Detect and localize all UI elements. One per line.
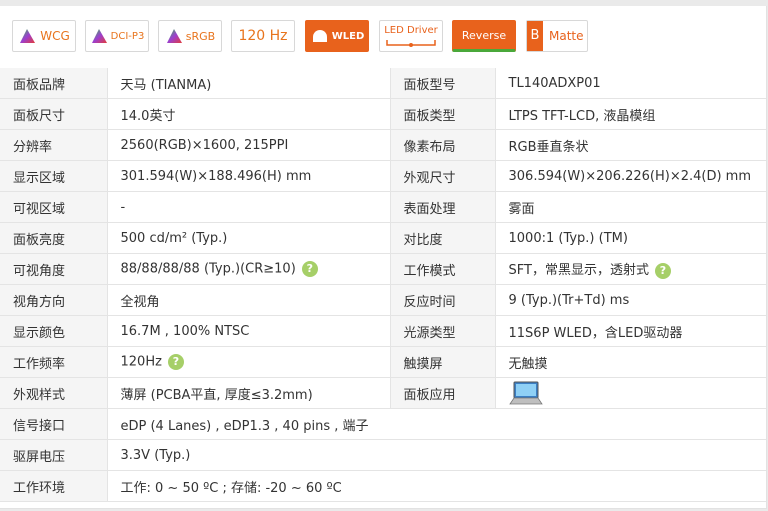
spec-cell: SFT，常黑显示，透射式? bbox=[494, 253, 766, 285]
spec-key: 光源类型 bbox=[389, 315, 495, 347]
badge-120hz-label: 120 Hz bbox=[238, 28, 288, 44]
color-gamut-icon bbox=[20, 29, 36, 43]
spec-key: 像素布局 bbox=[389, 129, 495, 161]
badge-led-driver-label: LED Driver bbox=[384, 25, 438, 36]
badge-wled-label: WLED bbox=[331, 30, 365, 42]
spec-key: 反应时间 bbox=[389, 284, 495, 316]
circuit-icon bbox=[386, 40, 436, 47]
badge-wled[interactable]: WLED bbox=[305, 20, 369, 52]
help-icon[interactable]: ? bbox=[167, 354, 184, 370]
badge-matte-label: Matte bbox=[549, 29, 584, 43]
spec-value: eDP (4 Lanes) , eDP1.3 , 40 pins , 端子 bbox=[106, 408, 766, 440]
spec-value: RGB垂直条状 bbox=[494, 129, 766, 161]
spec-key: 对比度 bbox=[389, 222, 495, 254]
matte-symbol: B bbox=[527, 21, 543, 51]
table-row: 分辨率 2560(RGB)×1600, 215PPI 像素布局 RGB垂直条状 bbox=[0, 129, 766, 161]
spec-value: 120Hz bbox=[120, 354, 162, 370]
table-row: 视角方向 全视角 反应时间 9 (Typ.)(Tr+Td) ms bbox=[0, 284, 766, 316]
spec-value: 14.0英寸 bbox=[106, 98, 390, 130]
spec-value: 天马 (TIANMA) bbox=[106, 68, 390, 99]
table-row: 面板品牌 天马 (TIANMA) 面板型号 TL140ADXP01 bbox=[0, 68, 766, 99]
badge-wcg-label: WCG bbox=[40, 29, 70, 43]
spec-value: 306.594(W)×206.226(H)×2.4(D) mm bbox=[494, 160, 766, 192]
badge-matte[interactable]: B Matte bbox=[526, 20, 588, 52]
spec-value: - bbox=[106, 191, 390, 223]
spec-value: 全视角 bbox=[106, 284, 390, 316]
spec-key: 面板类型 bbox=[389, 98, 495, 130]
spec-key: 触摸屏 bbox=[389, 346, 495, 378]
spec-value: 11S6P WLED，含LED驱动器 bbox=[494, 315, 766, 347]
badge-wcg[interactable]: WCG bbox=[12, 20, 76, 52]
spec-key: 可视角度 bbox=[0, 253, 107, 285]
spec-value: 无触摸 bbox=[494, 346, 766, 378]
badge-120hz[interactable]: 120 Hz bbox=[231, 20, 295, 52]
table-row: 显示区域 301.594(W)×188.496(H) mm 外观尺寸 306.5… bbox=[0, 160, 766, 192]
spec-value: 薄屏 (PCBA平直, 厚度≤3.2mm) bbox=[106, 377, 390, 409]
laptop-icon[interactable] bbox=[508, 380, 543, 406]
spec-key: 表面处理 bbox=[389, 191, 495, 223]
color-gamut-icon bbox=[91, 29, 107, 43]
spec-key: 外观尺寸 bbox=[389, 160, 495, 192]
badge-led-driver[interactable]: LED Driver bbox=[379, 20, 443, 52]
help-icon[interactable]: ? bbox=[654, 262, 671, 279]
spec-value: TL140ADXP01 bbox=[494, 68, 766, 99]
spec-value: 16.7M , 100% NTSC bbox=[106, 315, 390, 347]
table-row: 信号接口 eDP (4 Lanes) , eDP1.3 , 40 pins , … bbox=[0, 408, 766, 440]
spec-panel: WCG DCI-P3 sRGB 120 Hz WLED LED Driver R… bbox=[0, 6, 767, 509]
badge-reverse-label: Reverse bbox=[461, 28, 507, 42]
spec-value: 2560(RGB)×1600, 215PPI bbox=[106, 129, 390, 161]
table-row: 工作频率 120Hz? 触摸屏 无触摸 bbox=[0, 346, 766, 378]
table-row: 可视区域 - 表面处理 雾面 bbox=[0, 191, 766, 223]
spec-value: 工作: 0 ~ 50 ºC ; 存储: -20 ~ 60 ºC bbox=[106, 470, 766, 502]
spec-key: 显示颜色 bbox=[0, 315, 107, 347]
spec-key: 工作环境 bbox=[0, 470, 107, 502]
spec-value: 301.594(W)×188.496(H) mm bbox=[106, 160, 390, 192]
table-row: 外观样式 薄屏 (PCBA平直, 厚度≤3.2mm) 面板应用 bbox=[0, 377, 766, 409]
spec-key: 分辨率 bbox=[0, 129, 107, 161]
badge-dcip3[interactable]: DCI-P3 bbox=[85, 20, 149, 52]
spec-value: LTPS TFT-LCD, 液晶模组 bbox=[494, 98, 766, 130]
table-row: 驱屏电压 3.3V (Typ.) bbox=[0, 439, 766, 471]
spec-value: 88/88/88/88 (Typ.)(CR≥10) bbox=[120, 261, 296, 277]
spec-key: 面板尺寸 bbox=[0, 98, 107, 130]
lamp-icon bbox=[312, 30, 327, 42]
spec-cell bbox=[494, 377, 766, 409]
spec-key: 外观样式 bbox=[0, 377, 107, 409]
spec-key: 可视区域 bbox=[0, 191, 107, 223]
badge-srgb-label: sRGB bbox=[185, 29, 216, 43]
spec-value: 3.3V (Typ.) bbox=[106, 439, 766, 471]
spec-key: 信号接口 bbox=[0, 408, 107, 440]
spec-key: 面板应用 bbox=[389, 377, 495, 409]
spec-key: 工作模式 bbox=[389, 253, 495, 285]
spec-value: SFT，常黑显示，透射式 bbox=[508, 263, 649, 279]
table-row: 显示颜色 16.7M , 100% NTSC 光源类型 11S6P WLED，含… bbox=[0, 315, 766, 347]
spec-key: 工作频率 bbox=[0, 346, 107, 378]
spec-table: 面板品牌 天马 (TIANMA) 面板型号 TL140ADXP01 面板尺寸 1… bbox=[0, 68, 766, 502]
table-row: 工作环境 工作: 0 ~ 50 ºC ; 存储: -20 ~ 60 ºC bbox=[0, 470, 766, 502]
spec-key: 面板型号 bbox=[389, 68, 495, 99]
spec-value: 500 cd/m² (Typ.) bbox=[106, 222, 390, 254]
badge-srgb[interactable]: sRGB bbox=[158, 20, 222, 52]
spec-key: 面板品牌 bbox=[0, 68, 107, 99]
badge-reverse[interactable]: Reverse bbox=[452, 20, 516, 52]
help-icon[interactable]: ? bbox=[301, 261, 318, 277]
table-row: 可视角度 88/88/88/88 (Typ.)(CR≥10)? 工作模式 SFT… bbox=[0, 253, 766, 285]
spec-key: 驱屏电压 bbox=[0, 439, 107, 471]
spec-key: 显示区域 bbox=[0, 160, 107, 192]
table-row: 面板尺寸 14.0英寸 面板类型 LTPS TFT-LCD, 液晶模组 bbox=[0, 98, 766, 130]
spec-value: 雾面 bbox=[494, 191, 766, 223]
spec-value: 1000:1 (Typ.) (TM) bbox=[494, 222, 766, 254]
spec-value: 9 (Typ.)(Tr+Td) ms bbox=[494, 284, 766, 316]
color-gamut-icon bbox=[166, 29, 182, 43]
spec-cell: 120Hz? bbox=[106, 346, 390, 378]
spec-key: 面板亮度 bbox=[0, 222, 107, 254]
spec-key: 视角方向 bbox=[0, 284, 107, 316]
table-row: 面板亮度 500 cd/m² (Typ.) 对比度 1000:1 (Typ.) … bbox=[0, 222, 766, 254]
spec-cell: 88/88/88/88 (Typ.)(CR≥10)? bbox=[106, 253, 390, 285]
badge-dcip3-label: DCI-P3 bbox=[110, 30, 145, 42]
